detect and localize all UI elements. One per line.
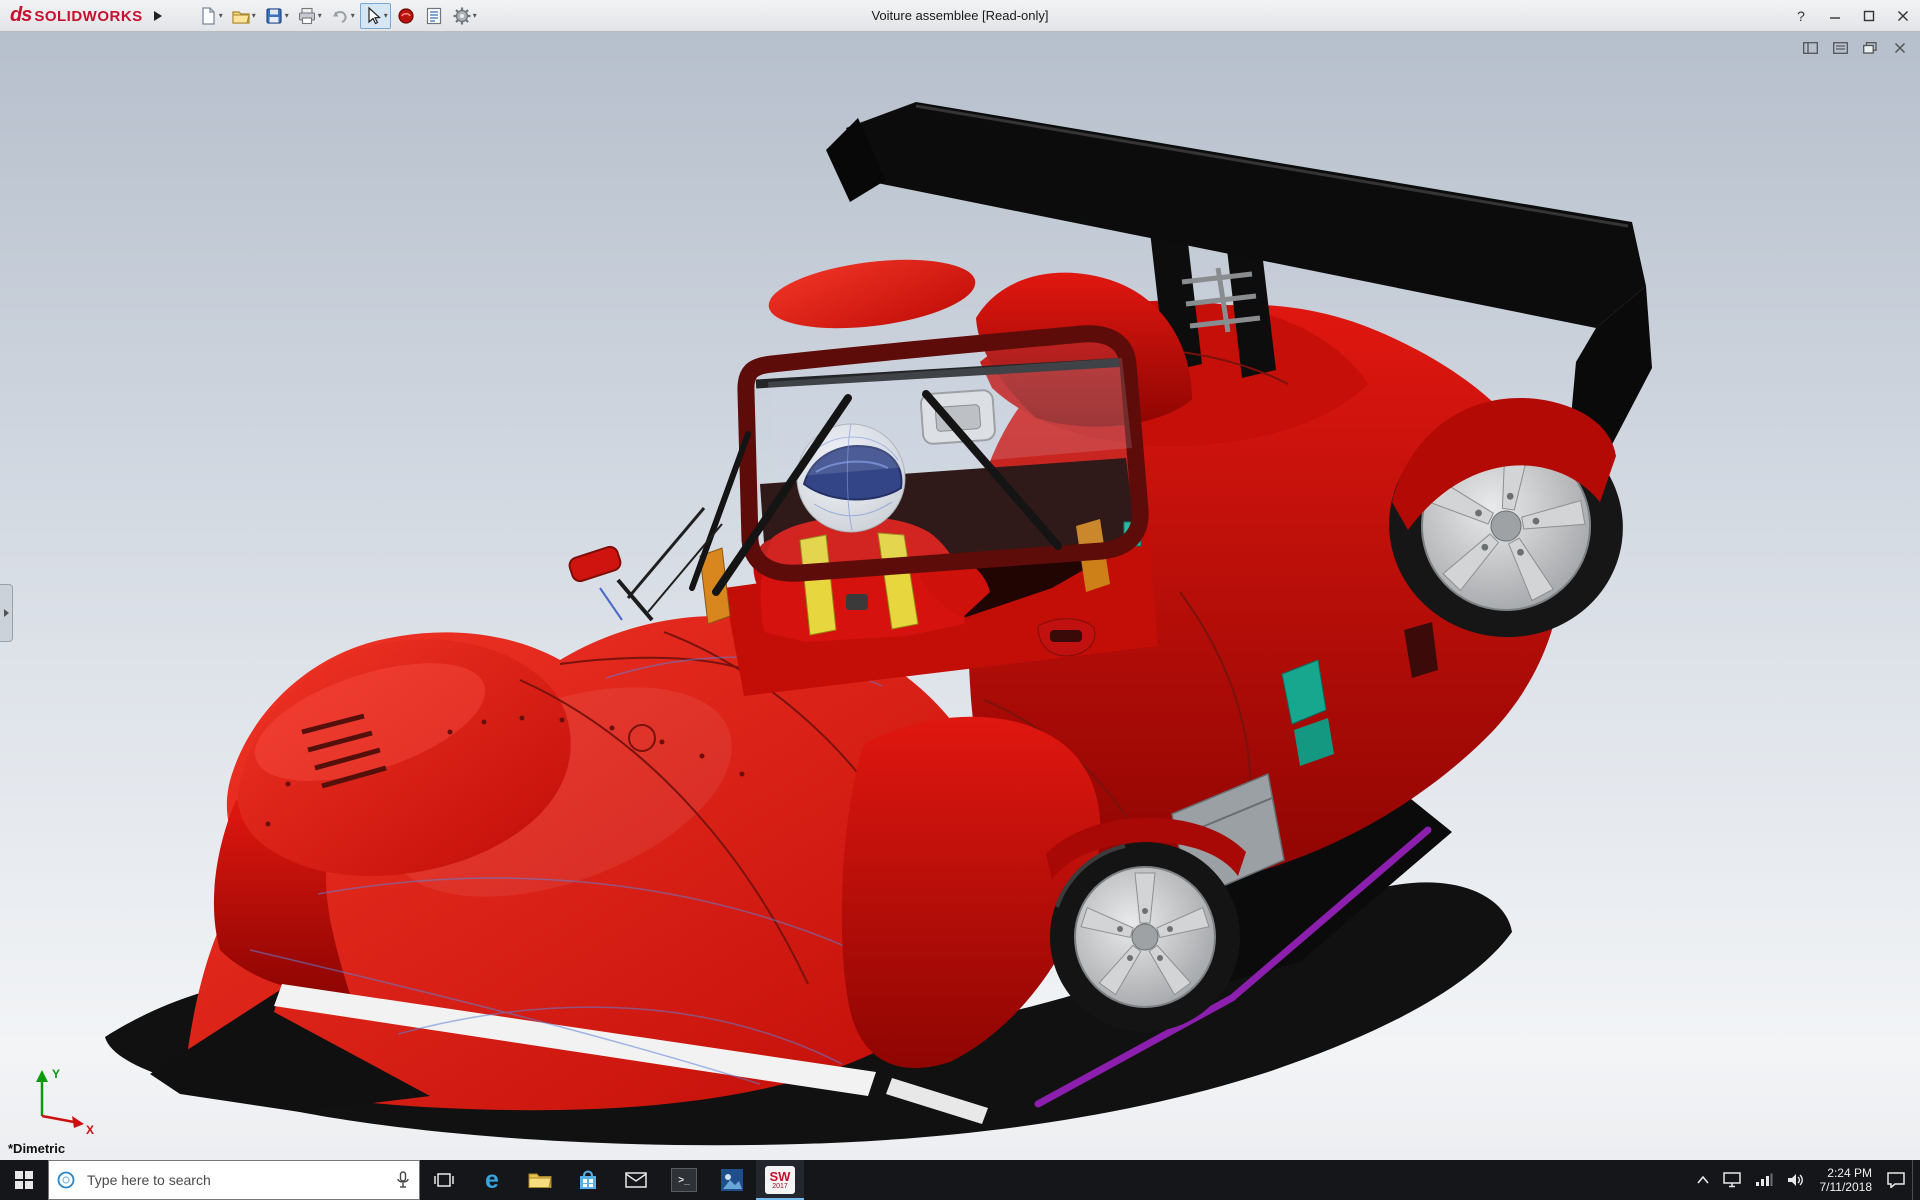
store-button[interactable] [564, 1160, 612, 1200]
edge-button[interactable]: e [468, 1160, 516, 1200]
open-folder-icon [231, 6, 251, 26]
solidworks-app-icon: SW 2017 [765, 1166, 795, 1194]
x-axis-arrow [72, 1116, 84, 1128]
edge-icon: e [485, 1168, 499, 1193]
rebuild-icon [396, 6, 416, 26]
printer-icon [297, 6, 317, 26]
sw-icon-year: 2017 [772, 1183, 788, 1190]
mail-button[interactable] [612, 1160, 660, 1200]
tray-expand-button[interactable] [1690, 1160, 1716, 1200]
dropdown-caret-icon: ▾ [384, 11, 388, 20]
menu-flyout-arrow-icon[interactable] [149, 4, 167, 28]
solidworks-taskbar-button[interactable]: SW 2017 [756, 1160, 804, 1200]
logo-name-text: SOLIDWORKS [34, 8, 142, 25]
console-icon: >_ [671, 1168, 697, 1192]
restore-window-icon[interactable] [1858, 38, 1882, 58]
photos-icon [720, 1168, 744, 1192]
store-bag-icon [578, 1169, 598, 1191]
standard-toolbar: ▾ ▾ ▾ ▾ [195, 3, 480, 29]
select-cursor-icon [363, 6, 383, 26]
console-button[interactable]: >_ [660, 1160, 708, 1200]
clock-date: 7/11/2018 [1820, 1180, 1873, 1194]
y-axis-label: Y [52, 1067, 60, 1081]
y-axis-arrow [36, 1070, 48, 1082]
titlebar: ds SOLIDWORKS ▾ ▾ [0, 0, 1920, 32]
display-tray-button[interactable] [1716, 1160, 1748, 1200]
network-tray-button[interactable] [1748, 1160, 1780, 1200]
solidworks-logo: ds SOLIDWORKS [0, 4, 149, 27]
task-view-button[interactable] [420, 1160, 468, 1200]
print-button[interactable]: ▾ [294, 3, 325, 29]
microphone-icon[interactable] [387, 1171, 419, 1189]
action-center-icon [1887, 1172, 1905, 1188]
document-window-controls [1798, 38, 1912, 58]
select-button[interactable]: ▾ [360, 3, 391, 29]
clock-time: 2:24 PM [1827, 1166, 1872, 1180]
close-button[interactable] [1886, 0, 1920, 31]
search-input[interactable] [83, 1172, 387, 1188]
windows-taskbar: e >_ [0, 1160, 1920, 1200]
dropdown-caret-icon: ▾ [318, 11, 322, 20]
car-assembly-render[interactable] [0, 32, 1920, 1160]
save-floppy-icon [264, 6, 284, 26]
options-button[interactable]: ▾ [449, 3, 480, 29]
dropdown-caret-icon: ▾ [285, 11, 289, 20]
taskbar-clock[interactable]: 2:24 PM 7/11/2018 [1812, 1160, 1881, 1200]
folder-icon [528, 1170, 552, 1190]
undo-button[interactable]: ▾ [327, 3, 358, 29]
file-explorer-button[interactable] [516, 1160, 564, 1200]
dropdown-caret-icon: ▾ [219, 11, 223, 20]
new-document-icon [198, 6, 218, 26]
start-button[interactable] [0, 1160, 48, 1200]
dropdown-caret-icon: ▾ [473, 11, 477, 20]
orientation-triad: Y X [20, 1064, 100, 1134]
x-axis-label: X [86, 1123, 94, 1134]
view-orientation-label: *Dimetric [8, 1141, 65, 1156]
undo-arrow-icon [330, 6, 350, 26]
graphics-area[interactable]: Y X *Dimetric [0, 32, 1920, 1160]
new-document-button[interactable]: ▾ [195, 3, 226, 29]
network-icon [1755, 1173, 1773, 1187]
windows-logo-icon [15, 1171, 33, 1189]
logo-ds-text: ds [10, 4, 31, 27]
solidworks-window: ds SOLIDWORKS ▾ ▾ [0, 0, 1920, 1200]
action-center-button[interactable] [1880, 1160, 1912, 1200]
dock-pane-icon[interactable] [1798, 38, 1822, 58]
rebuild-button[interactable] [393, 3, 419, 29]
task-view-icon [434, 1171, 454, 1189]
show-desktop-button[interactable] [1912, 1160, 1920, 1200]
window-controls: ? [1784, 0, 1920, 31]
open-button[interactable]: ▾ [228, 3, 259, 29]
cortana-icon[interactable] [49, 1170, 83, 1190]
photos-button[interactable] [708, 1160, 756, 1200]
help-button[interactable]: ? [1784, 0, 1818, 31]
file-properties-button[interactable] [421, 3, 447, 29]
speaker-icon [1787, 1172, 1805, 1188]
sw-icon-label: SW [770, 1170, 791, 1183]
dropdown-caret-icon: ▾ [252, 11, 256, 20]
dropdown-caret-icon: ▾ [351, 11, 355, 20]
taskbar-search[interactable] [48, 1160, 420, 1200]
system-tray: 2:24 PM 7/11/2018 [1690, 1160, 1920, 1200]
save-button[interactable]: ▾ [261, 3, 292, 29]
gear-icon [452, 6, 472, 26]
monitor-icon [1723, 1172, 1741, 1188]
feature-manager-icon[interactable] [1828, 38, 1852, 58]
feature-tree-flyout-tab[interactable] [0, 584, 13, 642]
chevron-up-icon [1697, 1176, 1709, 1184]
volume-tray-button[interactable] [1780, 1160, 1812, 1200]
rear-left-wheel[interactable] [1050, 842, 1240, 1032]
maximize-button[interactable] [1852, 0, 1886, 31]
minimize-button[interactable] [1818, 0, 1852, 31]
file-properties-icon [424, 6, 444, 26]
mail-envelope-icon [625, 1172, 647, 1188]
close-document-icon[interactable] [1888, 38, 1912, 58]
